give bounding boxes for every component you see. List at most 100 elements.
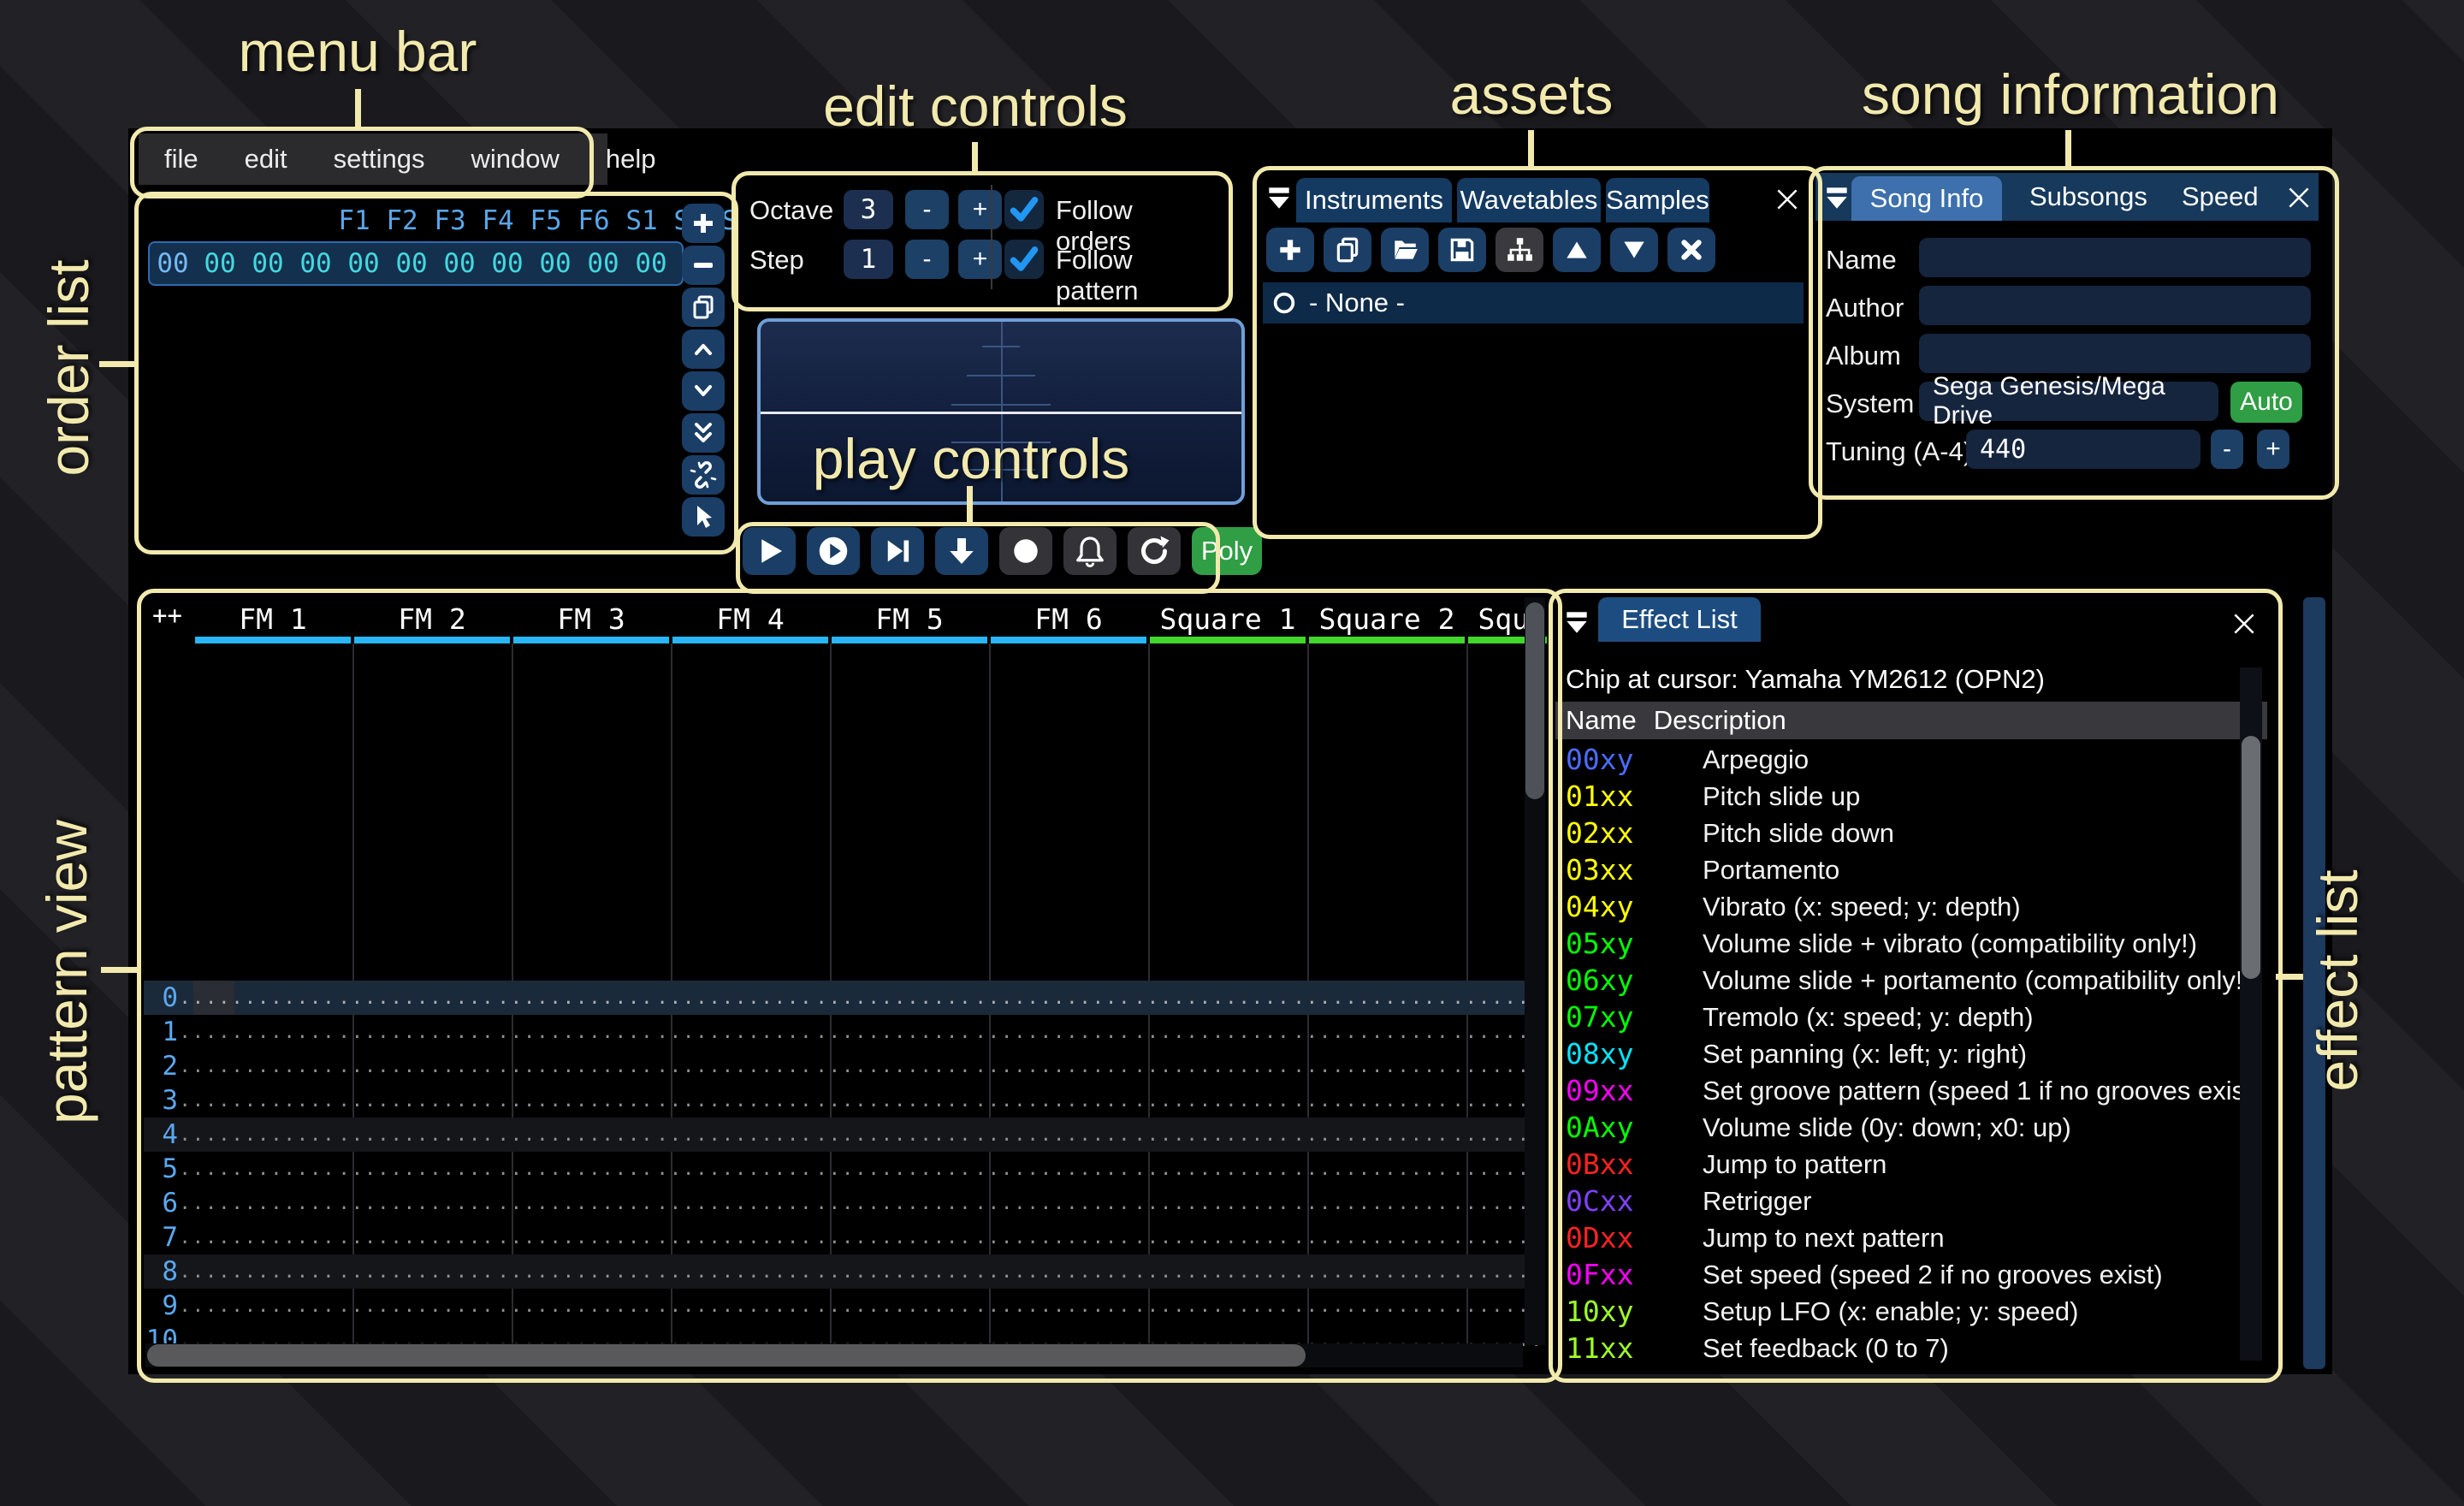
pattern-cell[interactable]: ............: [974, 1227, 1133, 1248]
pattern-cell[interactable]: ............: [974, 1056, 1133, 1077]
pattern-row[interactable]: 1.......................................…: [144, 1015, 1547, 1049]
pattern-cell[interactable]: ............: [337, 1056, 496, 1077]
step-minus-button[interactable]: -: [905, 240, 949, 279]
order-move-up-button[interactable]: [682, 329, 725, 369]
pattern-cell[interactable]: ............: [655, 987, 814, 1009]
order-move-down-button[interactable]: [682, 371, 725, 411]
pattern-cell[interactable]: ............: [178, 987, 337, 1009]
menu-item[interactable]: file: [164, 144, 198, 175]
repeat-button[interactable]: [1128, 527, 1181, 575]
pattern-cell[interactable]: ............: [814, 1193, 974, 1214]
pattern-cell[interactable]: ............: [655, 1296, 814, 1317]
pattern-cell[interactable]: ............: [655, 1056, 814, 1077]
pattern-vertical-scrollbar[interactable]: [1525, 597, 1545, 1345]
pattern-cell[interactable]: ............: [1133, 1261, 1292, 1283]
pattern-cell[interactable]: ............: [1292, 1296, 1451, 1317]
song-info-close-button[interactable]: [2284, 183, 2313, 216]
effect-list-scrollbar[interactable]: [2240, 667, 2262, 1361]
asset-delete-button[interactable]: [1667, 228, 1715, 272]
pattern-cell[interactable]: ............: [974, 1261, 1133, 1283]
channel-header[interactable]: Square 1: [1148, 602, 1307, 636]
pattern-cell[interactable]: ............: [1292, 1193, 1451, 1214]
system-value[interactable]: Sega Genesis/Mega Drive: [1919, 372, 2218, 430]
step-row-button[interactable]: [935, 527, 988, 575]
effect-row[interactable]: 09xx Set groove pattern (speed 1 if no g…: [1555, 1072, 2267, 1109]
pattern-cell[interactable]: ............: [496, 1022, 655, 1043]
asset-save-button[interactable]: [1438, 228, 1486, 272]
channel-header[interactable]: FM 4: [671, 602, 830, 636]
pattern-cell[interactable]: ............: [178, 1056, 337, 1077]
menu-item[interactable]: help: [606, 144, 656, 175]
pattern-cell[interactable]: ............: [337, 1159, 496, 1180]
pattern-cell[interactable]: ............: [1292, 1261, 1451, 1283]
pattern-cell[interactable]: ............: [1292, 1022, 1451, 1043]
pattern-cell[interactable]: ............: [496, 1227, 655, 1248]
poly-button[interactable]: Poly: [1192, 527, 1262, 575]
author-input[interactable]: [1919, 286, 2311, 325]
pattern-row[interactable]: 0.......................................…: [144, 981, 1547, 1015]
effect-row[interactable]: 10xy Setup LFO (x: enable; y: speed): [1555, 1293, 2267, 1330]
name-input[interactable]: [1919, 238, 2311, 277]
pattern-cell[interactable]: ............: [178, 1090, 337, 1112]
tuning-plus-button[interactable]: +: [2257, 430, 2289, 469]
effect-row[interactable]: 0Cxx Retrigger: [1555, 1183, 2267, 1219]
assets-tab[interactable]: Samples: [1606, 178, 1709, 222]
asset-move-down-button[interactable]: [1610, 228, 1658, 272]
order-duplicate-button[interactable]: [682, 288, 725, 327]
follow-orders-checkbox[interactable]: [1004, 190, 1044, 229]
octave-minus-button[interactable]: -: [905, 190, 949, 229]
assets-close-button[interactable]: [1773, 185, 1802, 218]
pattern-cell[interactable]: ............: [1292, 1056, 1451, 1077]
menu-item[interactable]: edit: [245, 144, 287, 175]
step-plus-button[interactable]: +: [958, 240, 1002, 279]
channel-header[interactable]: FM 6: [989, 602, 1148, 636]
pattern-cell[interactable]: ............: [1133, 1022, 1292, 1043]
pattern-cell[interactable]: ............: [655, 1090, 814, 1112]
effect-row[interactable]: 02xx Pitch slide down: [1555, 815, 2267, 851]
pattern-cell[interactable]: ............: [337, 1296, 496, 1317]
pattern-cell[interactable]: ............: [1133, 1159, 1292, 1180]
pattern-cell[interactable]: ............: [1292, 1227, 1451, 1248]
order-cell[interactable]: 00: [244, 248, 292, 279]
pattern-cell[interactable]: ............: [974, 1090, 1133, 1112]
order-remove-button[interactable]: [682, 246, 725, 285]
pattern-cell[interactable]: ............: [1133, 1296, 1292, 1317]
pattern-cell[interactable]: ............: [337, 1022, 496, 1043]
pattern-cell[interactable]: ............: [178, 1193, 337, 1214]
pattern-cell[interactable]: ............: [178, 1022, 337, 1043]
pattern-cell[interactable]: ............: [974, 1296, 1133, 1317]
assets-tab[interactable]: Instruments: [1296, 178, 1452, 222]
pattern-cell[interactable]: ............: [496, 1261, 655, 1283]
tab-effect-list[interactable]: Effect List: [1598, 597, 1761, 642]
effect-row[interactable]: 11xx Set feedback (0 to 7): [1555, 1330, 2267, 1367]
pattern-row[interactable]: 4.......................................…: [144, 1118, 1547, 1152]
pattern-cell[interactable]: ............: [1133, 1090, 1292, 1112]
order-cell[interactable]: 00: [435, 248, 483, 279]
order-cell[interactable]: 00: [196, 248, 244, 279]
pattern-cell[interactable]: ............: [337, 1090, 496, 1112]
pattern-cell[interactable]: ............: [814, 1227, 974, 1248]
asset-duplicate-button[interactable]: [1324, 228, 1371, 272]
order-row[interactable]: 00 00 00 00 00 00 00 00 00 00 00: [148, 241, 684, 286]
pattern-cell[interactable]: ............: [655, 1261, 814, 1283]
pattern-cell[interactable]: ............: [655, 1193, 814, 1214]
pattern-cell[interactable]: ............: [496, 1056, 655, 1077]
effect-row[interactable]: 03xx Portamento: [1555, 851, 2267, 888]
pattern-cell[interactable]: ............: [1292, 1090, 1451, 1112]
pattern-cell[interactable]: ............: [496, 1193, 655, 1214]
scrollbar-thumb[interactable]: [147, 1344, 1306, 1367]
pattern-cell[interactable]: ............: [178, 1261, 337, 1283]
pattern-cell[interactable]: ............: [974, 987, 1133, 1009]
pattern-row[interactable]: 8.......................................…: [144, 1254, 1547, 1289]
pattern-cell[interactable]: ............: [178, 1124, 337, 1146]
record-button[interactable]: [999, 527, 1052, 575]
effect-row[interactable]: 00xy Arpeggio: [1555, 741, 2267, 778]
pattern-cell[interactable]: ............: [178, 1227, 337, 1248]
pattern-cell[interactable]: ............: [974, 1159, 1133, 1180]
octave-value[interactable]: 3: [844, 190, 893, 229]
pattern-cell[interactable]: ............: [814, 1056, 974, 1077]
play-button[interactable]: [743, 527, 796, 575]
pattern-cell[interactable]: ............: [1292, 1124, 1451, 1146]
asset-tree-view-button[interactable]: [1496, 228, 1543, 272]
pattern-cell[interactable]: ............: [814, 1090, 974, 1112]
